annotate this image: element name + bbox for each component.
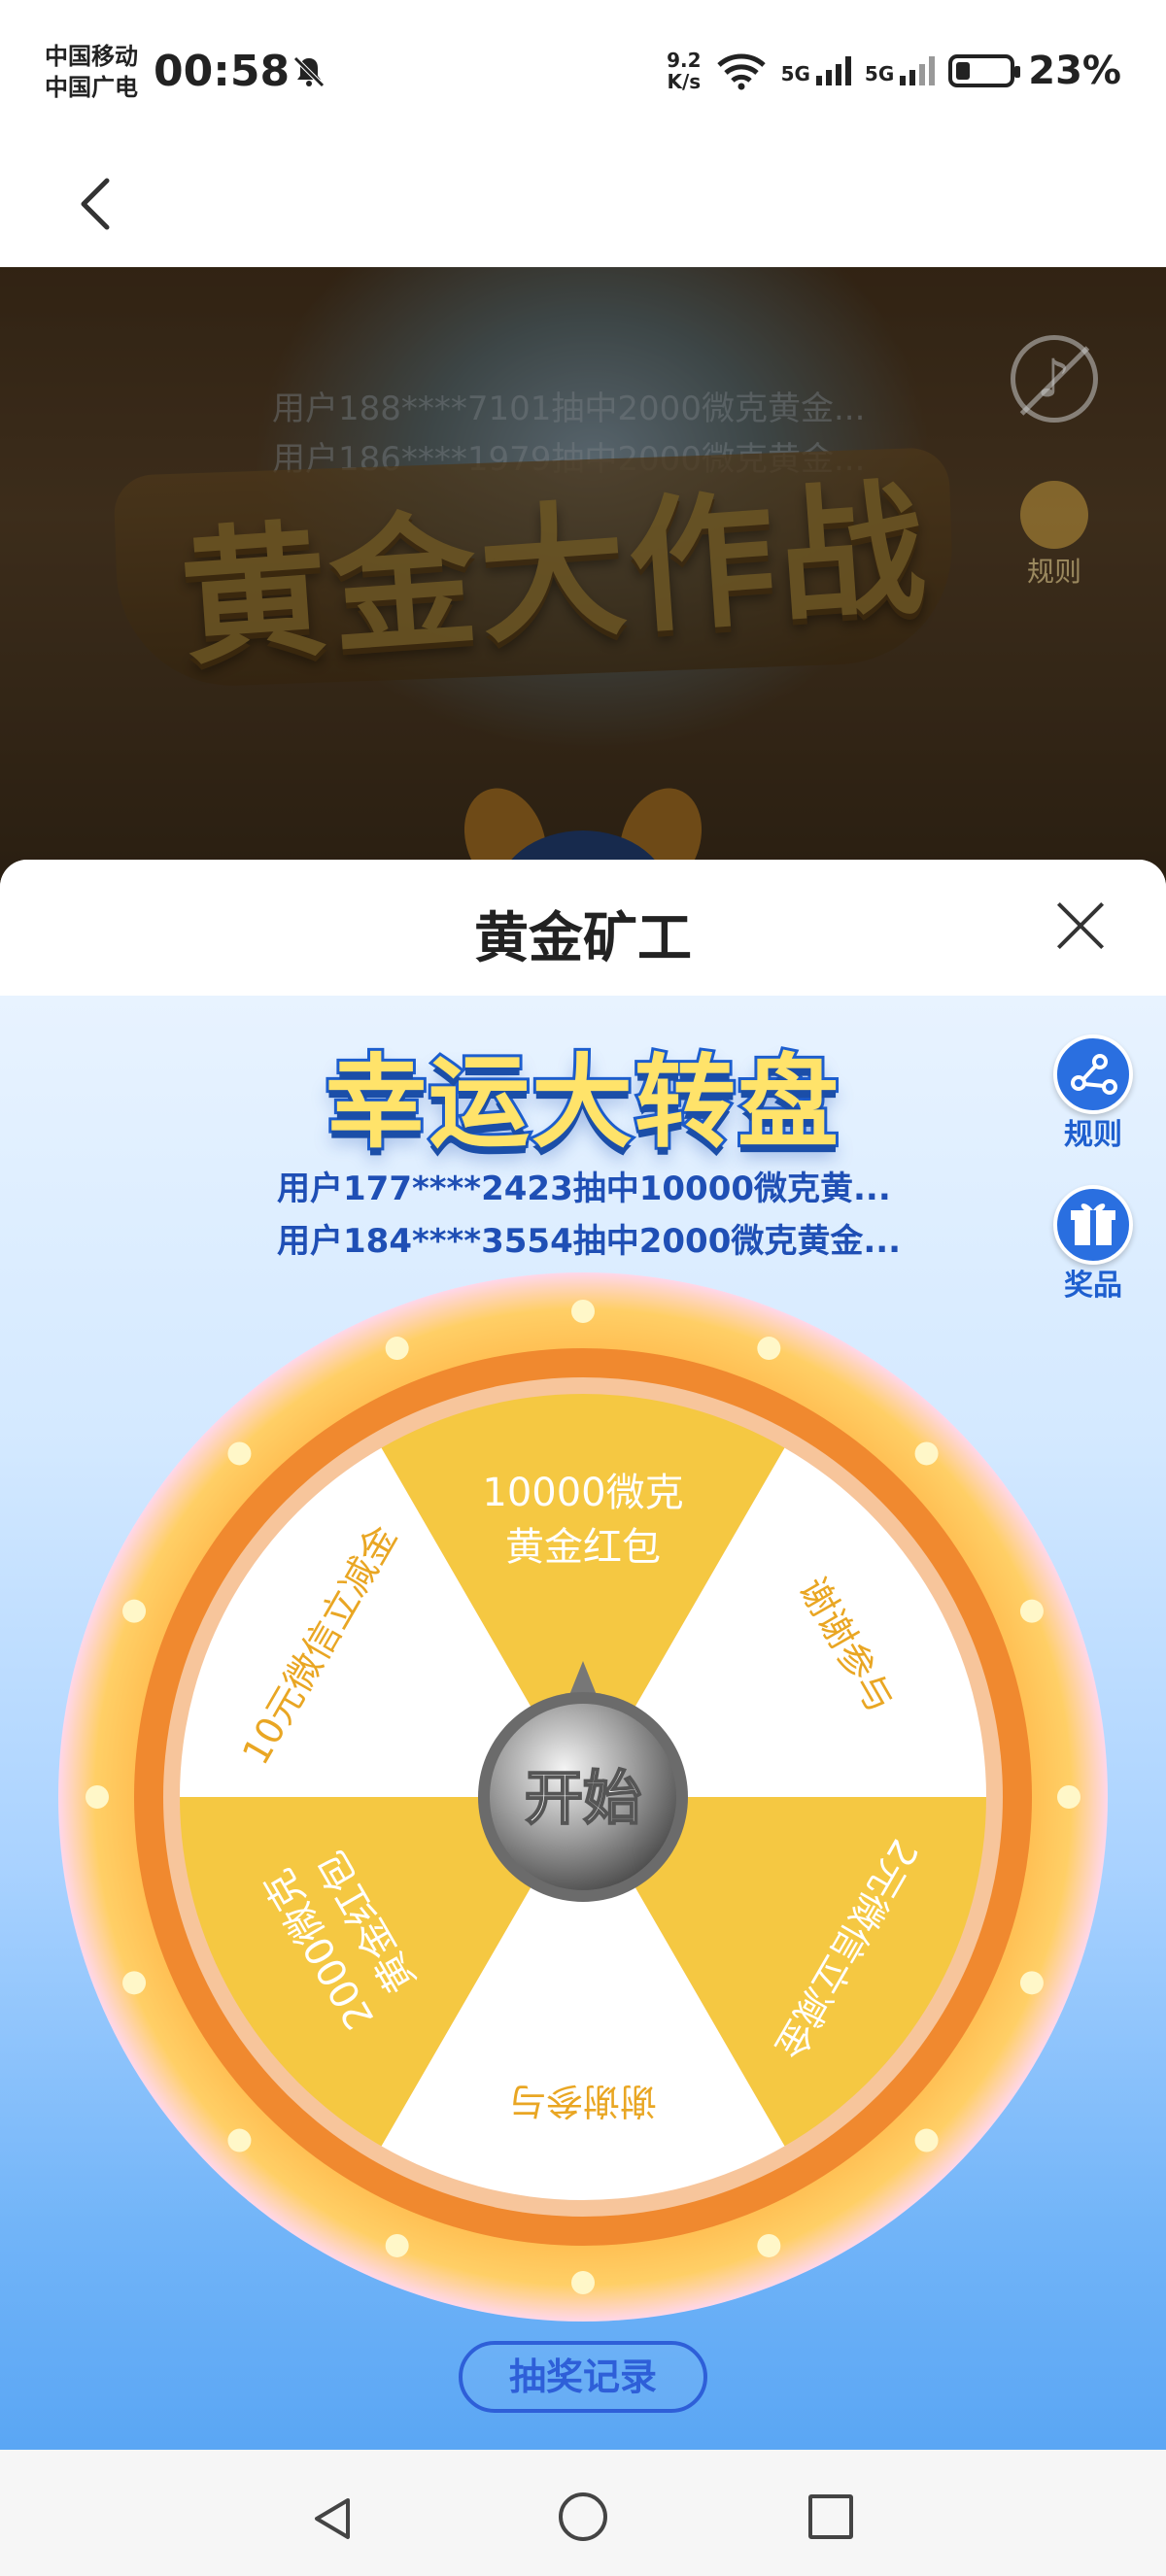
wheel-light (914, 2128, 939, 2152)
wheel-light (757, 2233, 781, 2257)
wheel-light (385, 2233, 409, 2257)
wheel-segment-text: 10000微克 (482, 1471, 683, 1515)
wheel-segment-text: 谢谢参与 (509, 2080, 657, 2122)
draw-record-button[interactable]: 抽奖记录 (459, 2341, 707, 2413)
wheel-light (1019, 1971, 1044, 1995)
banner-rule-label: 规则 (1026, 556, 1081, 588)
wheel-light (227, 2128, 252, 2152)
speed-unit: K/s (667, 70, 702, 93)
battery-percent: 23% (1028, 49, 1121, 93)
signal-2-label: 5G (864, 62, 895, 85)
wheel-light (122, 1599, 147, 1623)
wheel-light (571, 1300, 595, 1323)
wheel-light (385, 1337, 409, 1361)
banner-rule-button[interactable]: 规则 (1011, 481, 1098, 590)
wheel-light (757, 1337, 781, 1361)
wheel-segment-label: 谢谢参与 (509, 2080, 657, 2122)
wheel-light (86, 1785, 109, 1809)
bell-muted-icon (293, 56, 325, 87)
wheel-light (1057, 1785, 1080, 1809)
sheet-title: 黄金矿工 (474, 907, 692, 970)
winner-line: 用户184****3554抽中2000微克黄金... (277, 1222, 902, 1261)
clock: 00:58 (154, 47, 291, 96)
wheel-light (227, 1441, 252, 1466)
music-muted-icon[interactable] (1011, 335, 1098, 423)
share-icon (1053, 1034, 1133, 1114)
wheel-light (122, 1971, 147, 1995)
wheel-game-area: 幸运大转盘 用户177****2423抽中10000微克黄... 用户184**… (0, 996, 1166, 2450)
winners-marquee: 用户177****2423抽中10000微克黄... 用户184****3554… (277, 1163, 909, 1270)
status-icons: 9.2 K/s 5G 5G 23% (667, 49, 1121, 93)
winner-line: 用户177****2423抽中10000微克黄... (277, 1169, 891, 1208)
nav-back-icon[interactable] (309, 2494, 358, 2543)
signal-1-label: 5G (780, 62, 810, 85)
lucky-wheel-sheet: 黄金矿工 幸运大转盘 用户177****2423抽中10000微克黄... 用户… (0, 860, 1166, 2450)
lucky-wheel[interactable]: 10000微克 黄金红包 谢谢参与 2元微信立减金 谢谢参与 2000微克 黄金红包 10元微… (58, 1272, 1108, 2322)
speed-value: 9.2 (667, 49, 702, 72)
game-banner: 用户188****7101抽中2000微克黄金... 用户186****1979… (0, 267, 1166, 889)
sheet-header: 黄金矿工 (0, 860, 1166, 996)
signal-2-icon: 5G (864, 56, 936, 85)
signal-1-icon: 5G (781, 56, 851, 85)
wheel-light (914, 1441, 939, 1466)
wheel-light (571, 2271, 595, 2294)
close-icon[interactable] (1055, 900, 1106, 951)
wheel-graphic: 10000微克黄金红包谢谢参与2元微信立减金谢谢参与2000微克黄金红包10元微… (58, 1272, 1108, 2322)
carrier-1: 中国移动 (45, 43, 138, 70)
game-title: 幸运大转盘 (323, 1040, 841, 1165)
status-bar: 中国移动 中国广电 00:58 9.2 K/s 5G 5G 23% (0, 0, 1166, 146)
gift-icon (1053, 1185, 1133, 1265)
battery-icon (948, 54, 1021, 87)
carrier-info: 中国移动 中国广电 (45, 41, 138, 103)
carrier-2: 中国广电 (45, 74, 138, 101)
rule-button[interactable]: 规则 (1051, 1034, 1135, 1153)
rule-label: 规则 (1064, 1118, 1122, 1152)
chevron-left-icon[interactable] (68, 175, 126, 233)
system-nav-bar (0, 2450, 1166, 2576)
nav-home-icon[interactable] (559, 2492, 607, 2541)
nav-recent-icon[interactable] (808, 2494, 853, 2539)
wifi-icon (716, 53, 766, 90)
start-button[interactable]: 开始 (524, 1764, 642, 1834)
top-nav (0, 146, 1166, 267)
wheel-light (1019, 1599, 1044, 1623)
network-speed: 9.2 K/s (667, 50, 701, 92)
wheel-segment-text: 黄金红包 (505, 1525, 661, 1570)
share-icon (1020, 481, 1088, 549)
